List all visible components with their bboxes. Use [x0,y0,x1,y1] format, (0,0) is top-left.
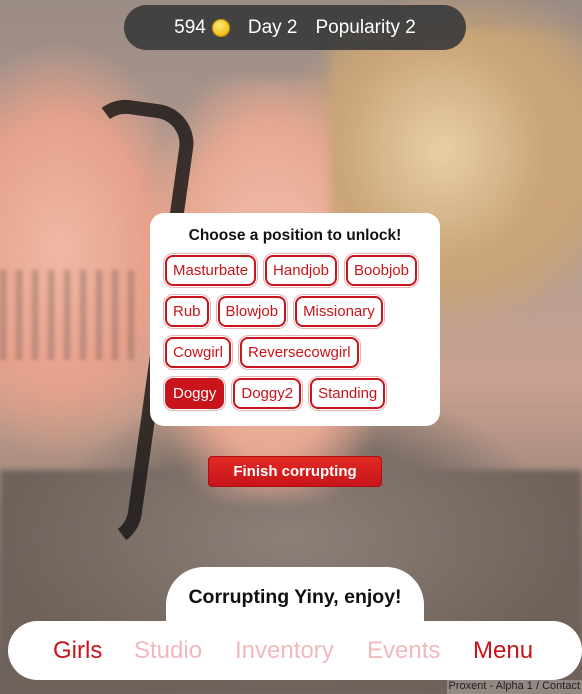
position-button-standing[interactable]: Standing [310,378,386,409]
finish-corrupting-button[interactable]: Finish corrupting [208,456,382,487]
position-button-cowgirl[interactable]: Cowgirl [165,337,232,368]
nav-inventory[interactable]: Inventory [235,637,367,665]
position-list: Masturbate Handjob Boobjob Rub Blowjob M… [164,255,426,409]
money-display: 594 [174,17,230,39]
position-button-boobjob[interactable]: Boobjob [345,255,417,286]
position-button-doggy2[interactable]: Doggy2 [233,378,302,409]
footer-credits[interactable]: Proxent - Alpha 1 / Contact [446,680,582,694]
unlock-position-panel: Choose a position to unlock! Masturbate … [150,213,440,426]
day-counter: Day 2 [247,16,298,38]
nav-girls[interactable]: Girls [53,637,134,665]
bottom-nav: Girls Studio Inventory Events Menu [8,621,582,680]
position-button-reversecowgirl[interactable]: Reversecowgirl [240,337,359,368]
coin-icon [211,18,230,37]
panel-title: Choose a position to unlock! [188,227,402,244]
nav-studio[interactable]: Studio [134,637,235,665]
position-button-rub[interactable]: Rub [165,296,209,327]
position-button-missionary[interactable]: Missionary [295,296,383,327]
position-button-doggy[interactable]: Doggy [165,378,225,409]
scene-tattoo [0,270,140,360]
nav-events[interactable]: Events [367,637,473,665]
position-button-handjob[interactable]: Handjob [265,255,337,286]
position-button-masturbate[interactable]: Masturbate [165,255,257,286]
position-button-blowjob[interactable]: Blowjob [217,296,287,327]
nav-menu[interactable]: Menu [473,637,533,665]
money-value: 594 [174,16,206,38]
popularity-counter: Popularity 2 [315,16,416,38]
status-bar: 594 Day 2 Popularity 2 [124,5,466,50]
